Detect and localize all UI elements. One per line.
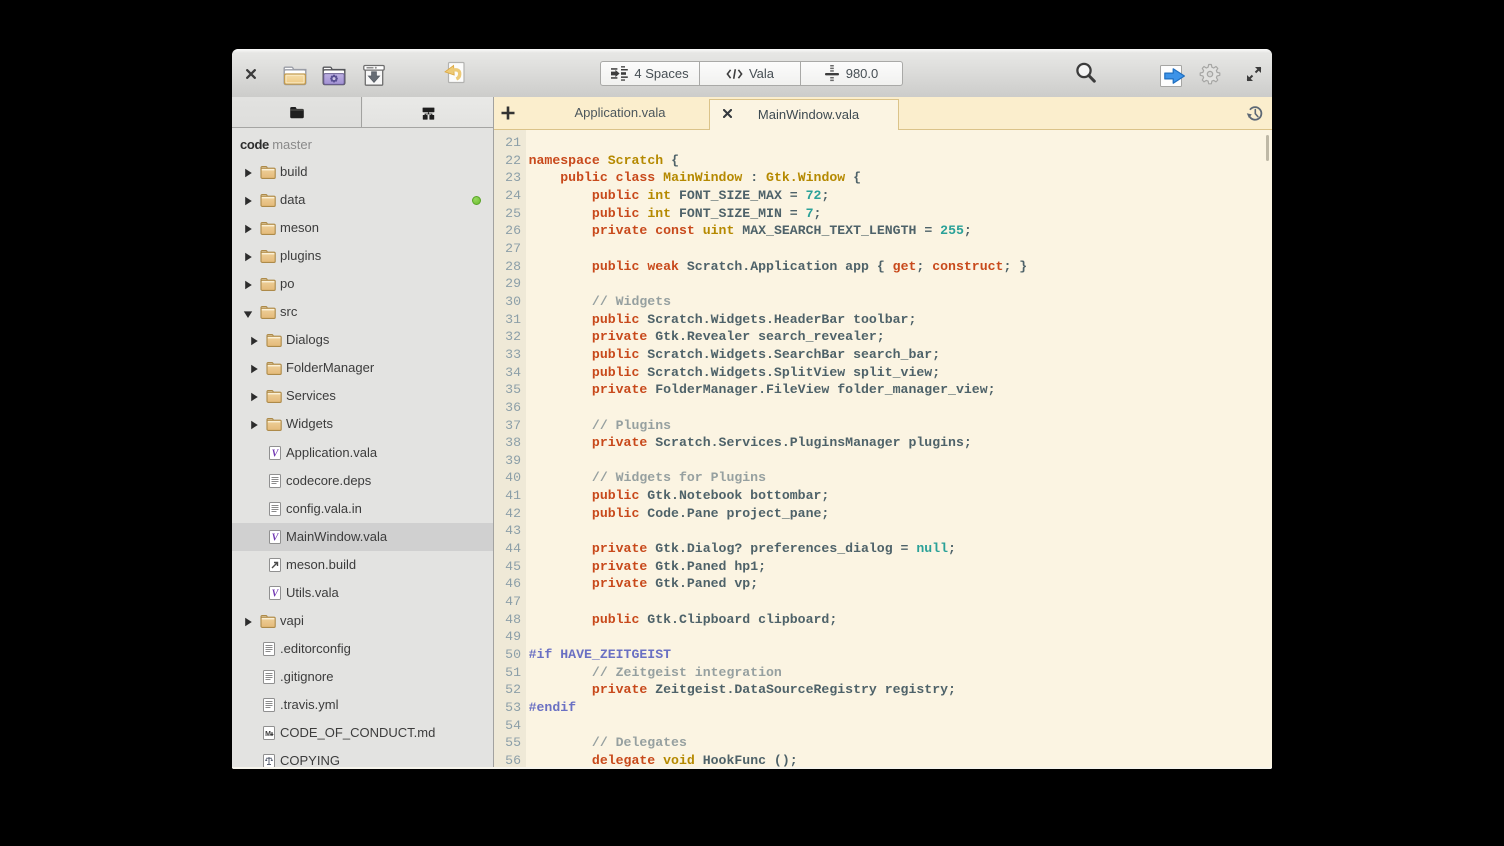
svg-text:M: M: [265, 731, 271, 738]
